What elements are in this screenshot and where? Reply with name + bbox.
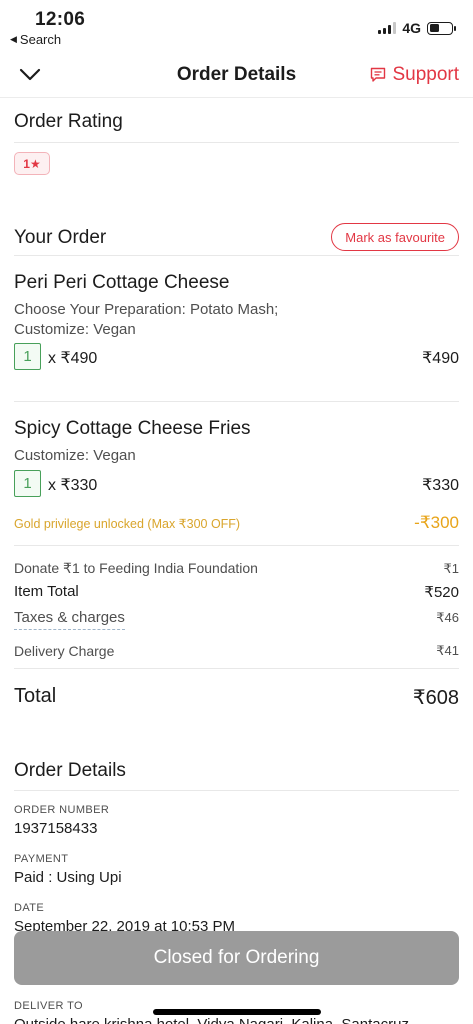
- item-line-total: ₹490: [422, 350, 459, 367]
- delivery-charge-label: Delivery Charge: [14, 643, 115, 659]
- rating-badge: 1★: [14, 152, 50, 175]
- status-indicators: 4G: [378, 20, 456, 36]
- item-line-total: ₹330: [422, 477, 459, 494]
- taxes-label[interactable]: Taxes & charges: [14, 609, 125, 630]
- your-order-title: Your Order: [14, 227, 107, 248]
- item-unit-price: x ₹330: [48, 477, 98, 494]
- divider: [14, 401, 459, 402]
- taxes-value: ₹46: [436, 610, 459, 625]
- support-button[interactable]: Support: [370, 64, 459, 86]
- divider: [14, 255, 459, 256]
- payment-value: Paid : Using Upi: [14, 869, 122, 886]
- nav-bar: Order Details Support: [0, 52, 473, 98]
- battery-icon: [427, 21, 456, 35]
- quantity-box: 1: [14, 470, 41, 497]
- status-back-label: Search: [19, 32, 62, 47]
- total-value: ₹608: [412, 687, 459, 709]
- donate-label: Donate ₹1 to Feeding India Foundation: [14, 560, 258, 576]
- item-name: Spicy Cottage Cheese Fries: [14, 418, 251, 439]
- status-back-link[interactable]: ◀ Search: [10, 32, 61, 47]
- network-label: 4G: [402, 20, 421, 36]
- back-triangle-icon: ◀: [10, 34, 17, 44]
- divider: [14, 668, 459, 669]
- home-indicator[interactable]: [153, 1009, 321, 1015]
- chat-bubble-icon: [371, 67, 386, 82]
- status-time: 12:06: [35, 9, 86, 30]
- item-total-label: Item Total: [14, 583, 79, 600]
- closed-for-ordering-button: Closed for Ordering: [14, 931, 459, 985]
- delivery-charge-value: ₹41: [436, 643, 459, 658]
- mark-favourite-button[interactable]: Mark as favourite: [331, 223, 459, 251]
- date-label: DATE: [14, 902, 45, 914]
- item-description: Customize: Vegan: [14, 447, 136, 464]
- status-bar: 12:06 ◀ Search 4G: [0, 0, 473, 50]
- deliver-to-label: DELIVER TO: [14, 1000, 84, 1012]
- order-details-title: Order Details: [14, 760, 126, 781]
- divider: [14, 142, 459, 143]
- item-name: Peri Peri Cottage Cheese: [14, 272, 230, 293]
- quantity-box: 1: [14, 343, 41, 370]
- divider: [14, 545, 459, 546]
- payment-label: PAYMENT: [14, 853, 69, 865]
- item-description: Choose Your Preparation: Potato Mash; Cu…: [14, 301, 279, 338]
- order-number-value: 1937158433: [14, 820, 98, 837]
- donate-value: ₹1: [443, 561, 459, 576]
- item-unit-price: x ₹490: [48, 350, 98, 367]
- support-label: Support: [392, 64, 459, 85]
- deliver-to-value: Outside hare krishna hotel, Vidya Nagari…: [14, 1016, 409, 1024]
- order-number-label: ORDER NUMBER: [14, 804, 110, 816]
- gold-privilege-label: Gold privilege unlocked (Max ₹300 OFF): [14, 517, 241, 531]
- total-label: Total: [14, 685, 57, 707]
- item-total-value: ₹520: [424, 584, 459, 601]
- gold-discount-amount: -₹300: [414, 513, 459, 532]
- signal-icon: [378, 22, 397, 34]
- divider: [14, 790, 459, 791]
- order-rating-title: Order Rating: [14, 111, 123, 132]
